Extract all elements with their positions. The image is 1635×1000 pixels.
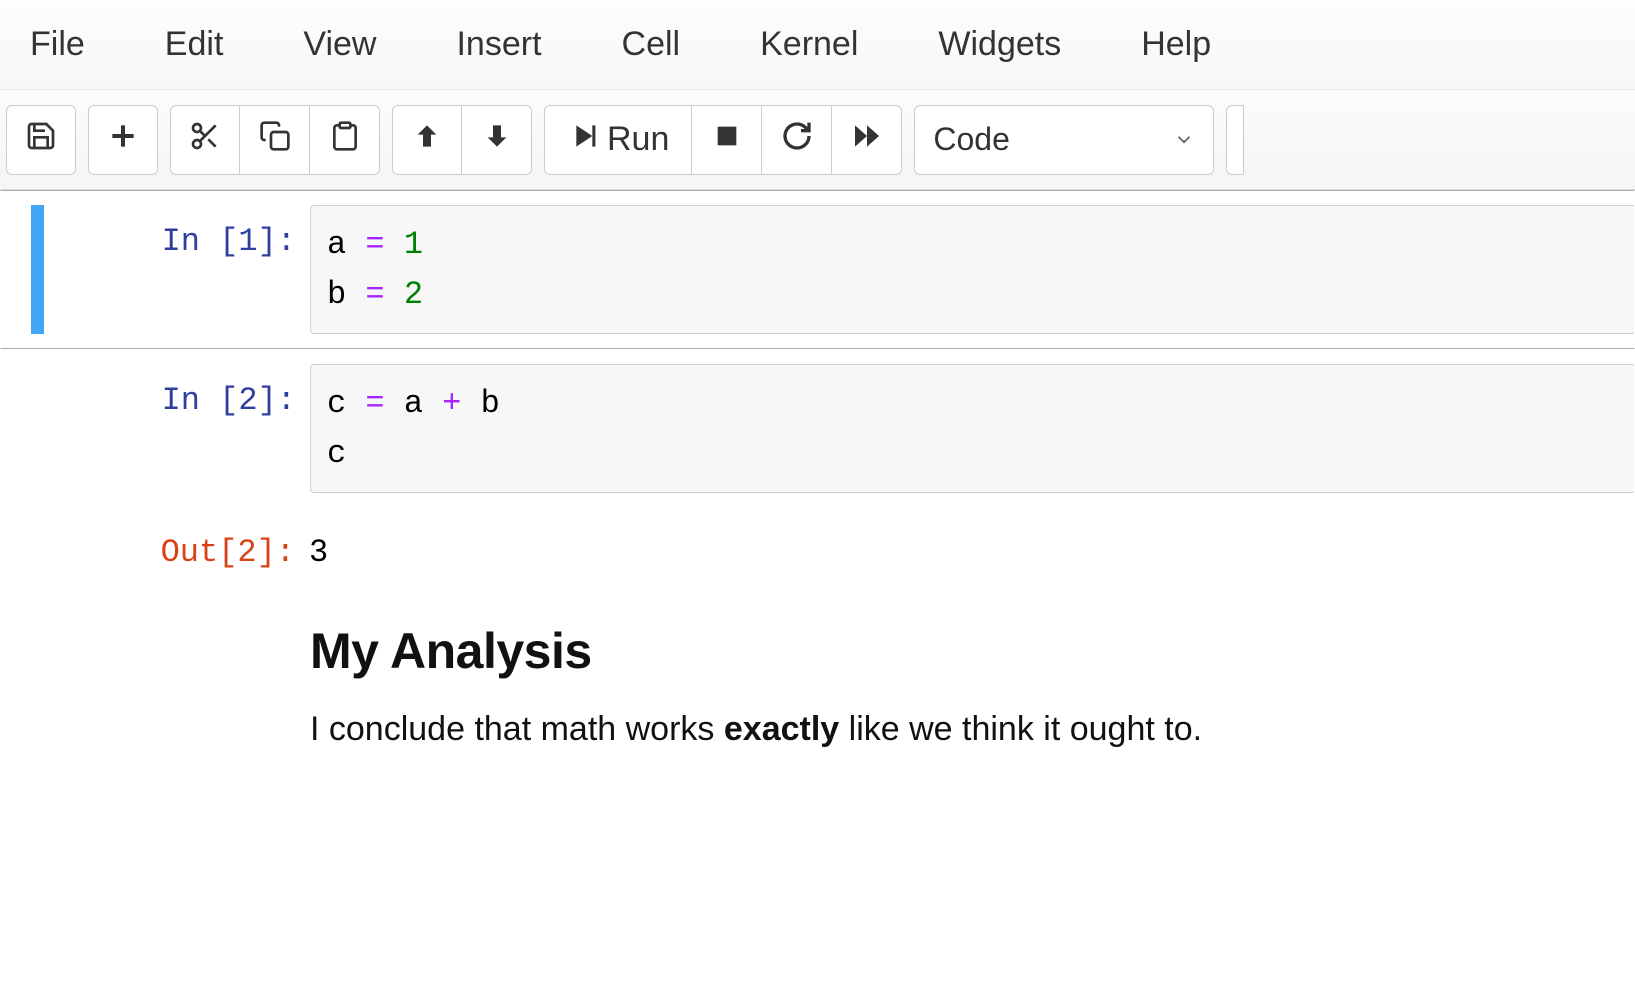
cell-selection-bar	[31, 205, 44, 334]
restart-icon	[781, 120, 813, 160]
restart-button[interactable]	[762, 105, 832, 175]
arrow-down-icon	[481, 120, 513, 160]
copy-button[interactable]	[240, 105, 310, 175]
menu-file[interactable]: File	[10, 7, 125, 82]
paste-icon	[329, 120, 361, 160]
menu-help[interactable]: Help	[1101, 7, 1251, 82]
menu-insert[interactable]: Insert	[416, 7, 581, 82]
plus-icon	[107, 120, 139, 160]
menu-widgets[interactable]: Widgets	[898, 7, 1101, 82]
fast-forward-icon	[851, 120, 883, 160]
menu-edit[interactable]: Edit	[125, 7, 264, 82]
command-palette-button[interactable]	[1226, 105, 1244, 175]
input-prompt: In [2]:	[50, 382, 296, 419]
markdown-paragraph: I conclude that math works exactly like …	[310, 706, 1634, 754]
arrow-up-icon	[411, 120, 443, 160]
cut-icon	[189, 120, 221, 160]
cell-selection-bar	[30, 516, 43, 571]
cut-button[interactable]	[170, 105, 240, 175]
code-cell[interactable]: In [1]: a = 1 b = 2	[0, 190, 1635, 349]
cell-selection-bar	[31, 622, 44, 754]
menu-kernel[interactable]: Kernel	[720, 7, 898, 82]
restart-run-all-button[interactable]	[832, 105, 902, 175]
toolbar: Run Code	[0, 90, 1635, 190]
add-cell-button[interactable]	[88, 105, 158, 175]
run-label: Run	[607, 120, 669, 159]
move-up-button[interactable]	[392, 105, 462, 175]
run-icon	[567, 120, 599, 160]
code-editor[interactable]: c = a + b c	[310, 364, 1634, 493]
output-row: Out[2]: 3	[0, 508, 1635, 571]
code-cell[interactable]: In [2]: c = a + b c	[0, 349, 1635, 508]
celltype-select[interactable]: Code	[914, 105, 1214, 175]
paste-button[interactable]	[310, 105, 380, 175]
save-icon	[25, 120, 57, 160]
code-editor[interactable]: a = 1 b = 2	[310, 205, 1634, 334]
celltype-value: Code	[933, 121, 1010, 158]
input-prompt: In [1]:	[50, 223, 296, 260]
stop-icon	[711, 120, 743, 160]
markdown-heading: My Analysis	[310, 622, 1634, 680]
menu-view[interactable]: View	[263, 7, 416, 82]
markdown-cell[interactable]: My Analysis I conclude that math works e…	[0, 571, 1635, 769]
md-text: like we think it ought to.	[839, 710, 1202, 748]
notebook: In [1]: a = 1 b = 2 In [2]: c = a + b c …	[0, 190, 1635, 769]
md-bold: exactly	[724, 710, 839, 748]
md-text: I conclude that math works	[310, 710, 724, 748]
output-prompt: Out[2]:	[49, 534, 295, 571]
menubar: File Edit View Insert Cell Kernel Widget…	[0, 0, 1635, 90]
menu-cell[interactable]: Cell	[582, 7, 721, 82]
run-button[interactable]: Run	[544, 105, 692, 175]
move-down-button[interactable]	[462, 105, 532, 175]
chevron-down-icon	[1173, 121, 1195, 158]
copy-icon	[259, 120, 291, 160]
cell-selection-bar	[31, 364, 44, 493]
output-value: 3	[309, 516, 328, 571]
save-button[interactable]	[6, 105, 76, 175]
interrupt-button[interactable]	[692, 105, 762, 175]
